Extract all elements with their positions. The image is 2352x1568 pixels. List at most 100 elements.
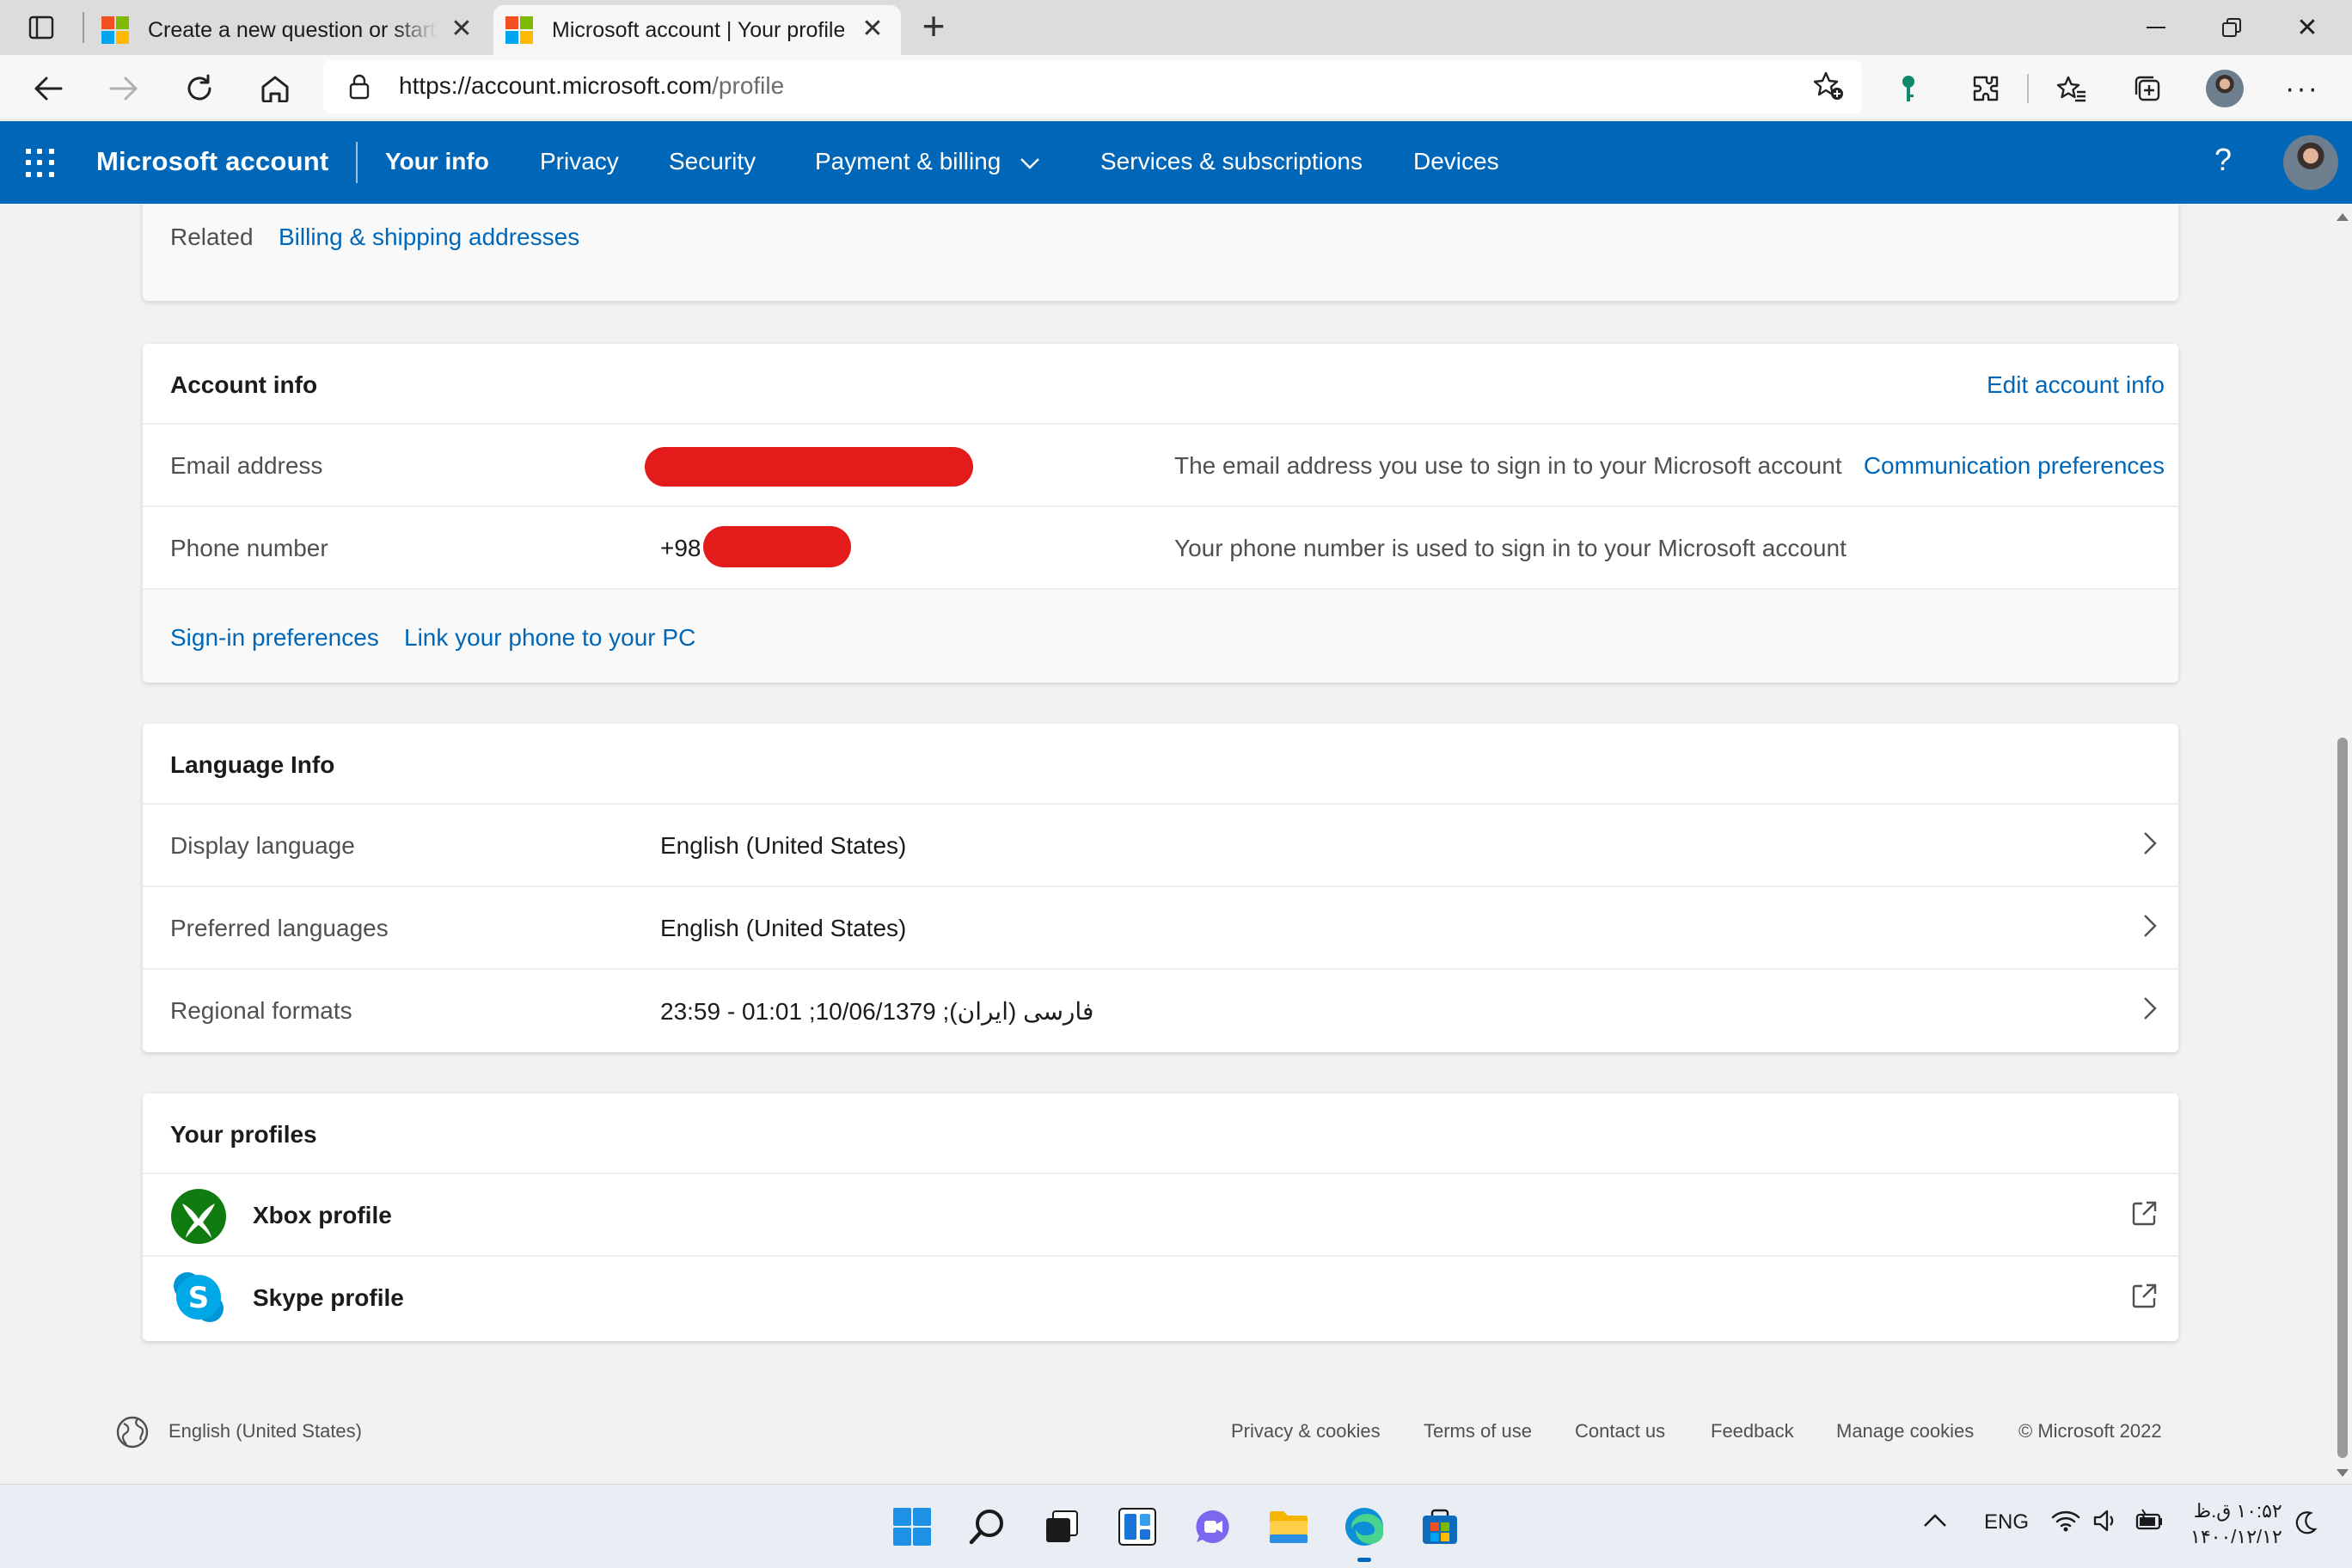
language-info-card: Language Info Display language English (… xyxy=(143,724,2178,1052)
profile-avatar[interactable] xyxy=(2202,67,2247,110)
nav-your-info[interactable]: Your info xyxy=(385,148,489,175)
close-window-icon[interactable]: ✕ xyxy=(2282,9,2333,46)
volume-icon[interactable] xyxy=(2092,1509,2118,1539)
brand-title[interactable]: Microsoft account xyxy=(96,146,328,177)
footer-copyright: © Microsoft 2022 xyxy=(2018,1420,2162,1442)
store-icon[interactable] xyxy=(1417,1504,1463,1550)
microsoft-logo-icon xyxy=(101,16,129,44)
link-phone-link[interactable]: Link your phone to your PC xyxy=(404,624,695,652)
redacted-phone xyxy=(703,526,851,567)
xbox-profile-row[interactable]: Xbox profile xyxy=(143,1174,2178,1257)
forward-icon[interactable] xyxy=(101,67,146,110)
file-explorer-icon[interactable] xyxy=(1265,1504,1312,1550)
lock-icon[interactable] xyxy=(349,74,370,104)
communication-preferences-link[interactable]: Communication preferences xyxy=(1864,452,2165,480)
favorites-icon[interactable] xyxy=(2049,67,2094,110)
sign-in-preferences-link[interactable]: Sign-in preferences xyxy=(170,624,379,652)
billing-shipping-link[interactable]: Billing & shipping addresses xyxy=(279,224,579,251)
chevron-right-icon xyxy=(2144,997,2157,1020)
scroll-up-icon[interactable] xyxy=(2337,213,2349,221)
chat-icon[interactable] xyxy=(1190,1504,1236,1550)
phone-description: Your phone number is used to sign in to … xyxy=(1174,535,1847,561)
tab-title: Microsoft account | Your profile xyxy=(552,17,844,42)
your-profiles-title: Your profiles xyxy=(170,1121,317,1148)
nav-payment-billing[interactable]: Payment & billing xyxy=(815,148,1040,175)
nav-services-subscriptions[interactable]: Services & subscriptions xyxy=(1100,148,1363,175)
preferred-languages-row[interactable]: Preferred languages English (United Stat… xyxy=(143,887,2178,970)
nav-devices[interactable]: Devices xyxy=(1413,148,1499,175)
svg-text:S: S xyxy=(188,1281,210,1315)
skype-profile-row[interactable]: S Skype profile xyxy=(143,1257,2178,1339)
battery-icon[interactable] xyxy=(2134,1509,2165,1539)
vertical-scrollbar[interactable] xyxy=(2333,205,2352,1484)
extensions-icon[interactable] xyxy=(1963,67,2008,110)
regional-formats-row[interactable]: Regional formats فارسی (ایران); 10/06/13… xyxy=(143,970,2178,1052)
display-language-value: English (United States) xyxy=(660,832,907,859)
scrollbar-thumb[interactable] xyxy=(2337,738,2348,1458)
redacted-email xyxy=(645,447,973,487)
app-launcher-icon[interactable] xyxy=(26,149,55,178)
account-avatar[interactable] xyxy=(2283,135,2338,190)
close-icon[interactable]: ✕ xyxy=(860,16,885,42)
tab-actions-icon[interactable] xyxy=(17,9,65,46)
footer-manage-cookies-link[interactable]: Manage cookies xyxy=(1836,1420,1974,1442)
preferred-languages-value: English (United States) xyxy=(660,915,907,941)
footer-privacy-link[interactable]: Privacy & cookies xyxy=(1231,1420,1381,1442)
browser-toolbar: https://account.microsoft.com/profile ··… xyxy=(0,55,2352,120)
globe-icon[interactable] xyxy=(115,1415,150,1455)
page-footer: English (United States) Privacy & cookie… xyxy=(0,1410,2333,1453)
back-icon[interactable] xyxy=(26,67,70,110)
footer-feedback-link[interactable]: Feedback xyxy=(1711,1420,1794,1442)
password-key-icon[interactable] xyxy=(1886,67,1931,110)
nav-payment-billing-label: Payment & billing xyxy=(815,148,1001,175)
minimize-icon[interactable] xyxy=(2130,9,2182,46)
input-language[interactable]: ENG xyxy=(1984,1510,2029,1534)
url-host: https://account.microsoft.com xyxy=(399,72,713,99)
new-tab-icon[interactable]: + xyxy=(915,6,952,46)
tray-overflow-icon[interactable] xyxy=(1922,1510,1948,1534)
refresh-icon[interactable] xyxy=(177,67,222,110)
nav-privacy[interactable]: Privacy xyxy=(540,148,619,175)
external-link-icon xyxy=(2132,1283,2157,1308)
email-row: Email address The email address you use … xyxy=(143,425,2178,507)
help-icon[interactable]: ? xyxy=(2214,142,2232,178)
more-menu-icon[interactable]: ··· xyxy=(2280,67,2324,110)
edit-account-info-link[interactable]: Edit account info xyxy=(1987,371,2165,399)
tab-create-question[interactable]: Create a new question or start a ✕ xyxy=(89,5,490,55)
close-icon[interactable]: ✕ xyxy=(449,16,475,42)
your-profiles-header: Your profiles xyxy=(143,1093,2178,1174)
nav-security[interactable]: Security xyxy=(669,148,756,175)
wifi-icon[interactable] xyxy=(2051,1509,2080,1539)
microsoft-logo-icon xyxy=(505,16,533,44)
search-icon[interactable] xyxy=(965,1504,1011,1550)
chevron-right-icon xyxy=(2144,915,2157,937)
start-icon[interactable] xyxy=(889,1504,935,1550)
footer-contact-link[interactable]: Contact us xyxy=(1575,1420,1665,1442)
footer-language[interactable]: English (United States) xyxy=(168,1420,362,1442)
tab-microsoft-account[interactable]: Microsoft account | Your profile ✕ xyxy=(493,5,901,55)
account-info-card: Account info Edit account info Email add… xyxy=(143,344,2178,683)
tab-separator xyxy=(83,12,84,43)
your-profiles-card: Your profiles Xbox profile S Skype profi… xyxy=(143,1093,2178,1341)
add-favorite-icon[interactable] xyxy=(1812,70,1845,106)
quiet-hours-icon[interactable] xyxy=(2295,1510,2318,1540)
task-view-icon[interactable] xyxy=(1038,1504,1085,1550)
collections-icon[interactable] xyxy=(2125,67,2170,110)
scroll-down-icon[interactable] xyxy=(2337,1469,2349,1477)
footer-terms-link[interactable]: Terms of use xyxy=(1424,1420,1532,1442)
chevron-right-icon xyxy=(2144,832,2157,854)
home-icon[interactable] xyxy=(253,67,297,110)
microsoft-account-header: Microsoft account Your info Privacy Secu… xyxy=(0,121,2352,204)
address-bar[interactable]: https://account.microsoft.com/profile xyxy=(323,60,1862,113)
display-language-row[interactable]: Display language English (United States) xyxy=(143,805,2178,887)
header-separator xyxy=(356,142,358,183)
restore-icon[interactable] xyxy=(2206,9,2257,46)
widgets-icon[interactable] xyxy=(1114,1504,1161,1550)
system-clock[interactable]: ۱۰:۵۲ ق.ظ ۱۴۰۰/۱۲/۱۲ xyxy=(2190,1498,2282,1550)
account-links-row: Sign-in preferences Link your phone to y… xyxy=(143,590,2178,683)
edge-icon[interactable] xyxy=(1341,1504,1387,1562)
display-language-label: Display language xyxy=(170,832,355,859)
phone-label: Phone number xyxy=(170,535,328,561)
phone-row: Phone number +98 Your phone number is us… xyxy=(143,507,2178,590)
clock-date: ۱۴۰۰/۱۲/۱۲ xyxy=(2190,1526,2282,1547)
